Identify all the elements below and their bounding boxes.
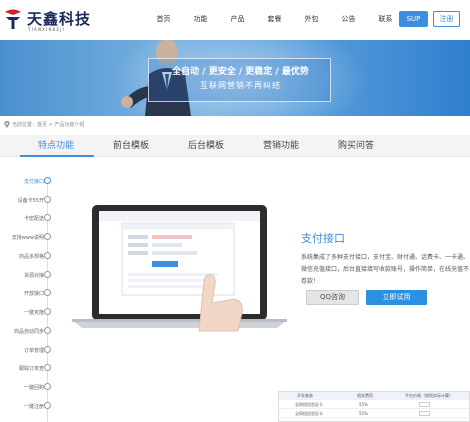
active-tab-indicator	[20, 155, 94, 157]
table-header-cell: 相关费用	[357, 393, 373, 398]
timeline-dot[interactable]	[44, 289, 51, 296]
page-root: 天鑫科技 TIANXINKEJI 首页 功能 产品 套餐 外包 公告 联系 SU…	[0, 0, 470, 422]
sidebar-item[interactable]: 订单管理	[0, 347, 44, 354]
sidebar-item[interactable]: 开放接口	[0, 290, 44, 297]
register-button[interactable]: 注册	[433, 11, 460, 27]
price-input[interactable]	[419, 411, 430, 416]
sidebar-item[interactable]: 支持www说明	[0, 234, 44, 241]
sidebar-item[interactable]: 商品自动同步	[0, 328, 44, 335]
table-cell: 全网短信验证卡	[295, 402, 323, 407]
timeline-dot[interactable]	[44, 233, 51, 240]
timeline-dot[interactable]	[44, 364, 51, 371]
nav-item-products[interactable]: 产品	[219, 9, 256, 29]
breadcrumb: 当前位置：首页 > 产品功能介绍	[4, 121, 84, 128]
table-header-row: 开发者参 相关费用 平台价格（按照实际计算）	[279, 392, 469, 400]
banner-text-box: 全自动 / 更安全 / 更稳定 / 最优势 互联网营销不再纠结	[148, 58, 331, 102]
table-cell: 55%	[359, 411, 368, 416]
table-row: 全网短信验证卡 55%	[279, 410, 469, 418]
tab-purchase-faq[interactable]: 购买问答	[338, 135, 374, 157]
sidebar-item[interactable]: 商品多规格	[0, 253, 44, 260]
tab-marketing[interactable]: 营销功能	[263, 135, 299, 157]
table-cell: 全网短信验证卡	[295, 411, 323, 416]
sidebar-item-payment[interactable]: 支付接口	[0, 178, 44, 185]
location-pin-icon	[4, 121, 10, 128]
pricing-table-preview: 开发者参 相关费用 平台价格（按照实际计算） 全网短信验证卡 55% 全网短信验…	[278, 391, 470, 422]
nav-item-plans[interactable]: 套餐	[256, 9, 293, 29]
banner-headline: 全自动 / 更安全 / 更稳定 / 最优势	[172, 67, 309, 77]
brand-logo[interactable]: 天鑫科技 TIANXINKEJI	[3, 6, 90, 36]
timeline-dot[interactable]	[44, 346, 51, 353]
table-header-cell: 开发者参	[297, 393, 313, 398]
sidebar-item[interactable]: 卡密配送	[0, 215, 44, 222]
nav-item-notices[interactable]: 公告	[330, 9, 367, 29]
logo-mark-icon	[5, 9, 21, 29]
qq-consult-button[interactable]: QQ咨询	[306, 290, 359, 305]
tab-backend-templates[interactable]: 后台模板	[188, 135, 224, 157]
timeline-dot[interactable]	[44, 308, 51, 315]
timeline-dot[interactable]	[44, 327, 51, 334]
sidebar-item[interactable]: 一键回购	[0, 384, 44, 391]
brand-name: 天鑫科技	[27, 10, 92, 28]
site-header: 天鑫科技 TIANXINKEJI 首页 功能 产品 套餐 外包 公告 联系 SU…	[0, 0, 470, 40]
banner-subline: 互联网营销不再纠结	[200, 81, 281, 90]
table-header-cell: 平台价格（按照实际计算）	[405, 393, 453, 398]
brand-subtitle: TIANXINKEJI	[28, 27, 65, 32]
tab-frontend-templates[interactable]: 前台模板	[113, 135, 149, 157]
sidebar-item[interactable]: 跟踪订单查	[0, 365, 44, 372]
sidebar-item[interactable]: 货源对接	[0, 272, 44, 279]
feature-description: 系统集成了多种支付接口，支付宝、财付通、话费卡、一卡通、微信充值接口，后台直接填…	[301, 254, 470, 285]
timeline-dot[interactable]	[44, 177, 51, 184]
feature-title: 支付接口	[301, 232, 345, 245]
timeline-dot[interactable]	[44, 383, 51, 390]
feature-tabs: 特点功能 前台模板 后台模板 营销功能 购买问答	[0, 135, 470, 157]
laptop-illustration	[72, 205, 287, 332]
timeline-dot[interactable]	[44, 271, 51, 278]
sup-button[interactable]: SUP	[399, 11, 428, 27]
main-nav: 首页 功能 产品 套餐 外包 公告 联系	[145, 9, 404, 29]
price-input[interactable]	[419, 402, 430, 407]
nav-item-outsourcing[interactable]: 外包	[293, 9, 330, 29]
table-cell: 55%	[359, 402, 368, 407]
tab-features[interactable]: 特点功能	[38, 135, 74, 157]
timeline-dot[interactable]	[44, 252, 51, 259]
breadcrumb-text[interactable]: 当前位置：首页 > 产品功能介绍	[12, 121, 84, 128]
sidebar-item[interactable]: 一键注册	[0, 403, 44, 410]
nav-item-features[interactable]: 功能	[182, 9, 219, 29]
table-row: 全网短信验证卡 55%	[279, 401, 469, 409]
feature-sidebar: 支付接口 设备卡55开 卡密配送 支持www说明 商品多规格 货源对接 开放接口…	[0, 170, 52, 422]
try-now-button[interactable]: 立即试用	[366, 290, 427, 305]
sidebar-item[interactable]: 设备卡55开	[0, 197, 44, 204]
hero-banner: 全自动 / 更安全 / 更稳定 / 最优势 互联网营销不再纠结	[0, 40, 470, 116]
timeline-dot[interactable]	[44, 214, 51, 221]
timeline-dot[interactable]	[44, 196, 51, 203]
timeline-dot[interactable]	[44, 402, 51, 409]
sidebar-item[interactable]: 一键克隆	[0, 309, 44, 316]
nav-item-home[interactable]: 首页	[145, 9, 182, 29]
